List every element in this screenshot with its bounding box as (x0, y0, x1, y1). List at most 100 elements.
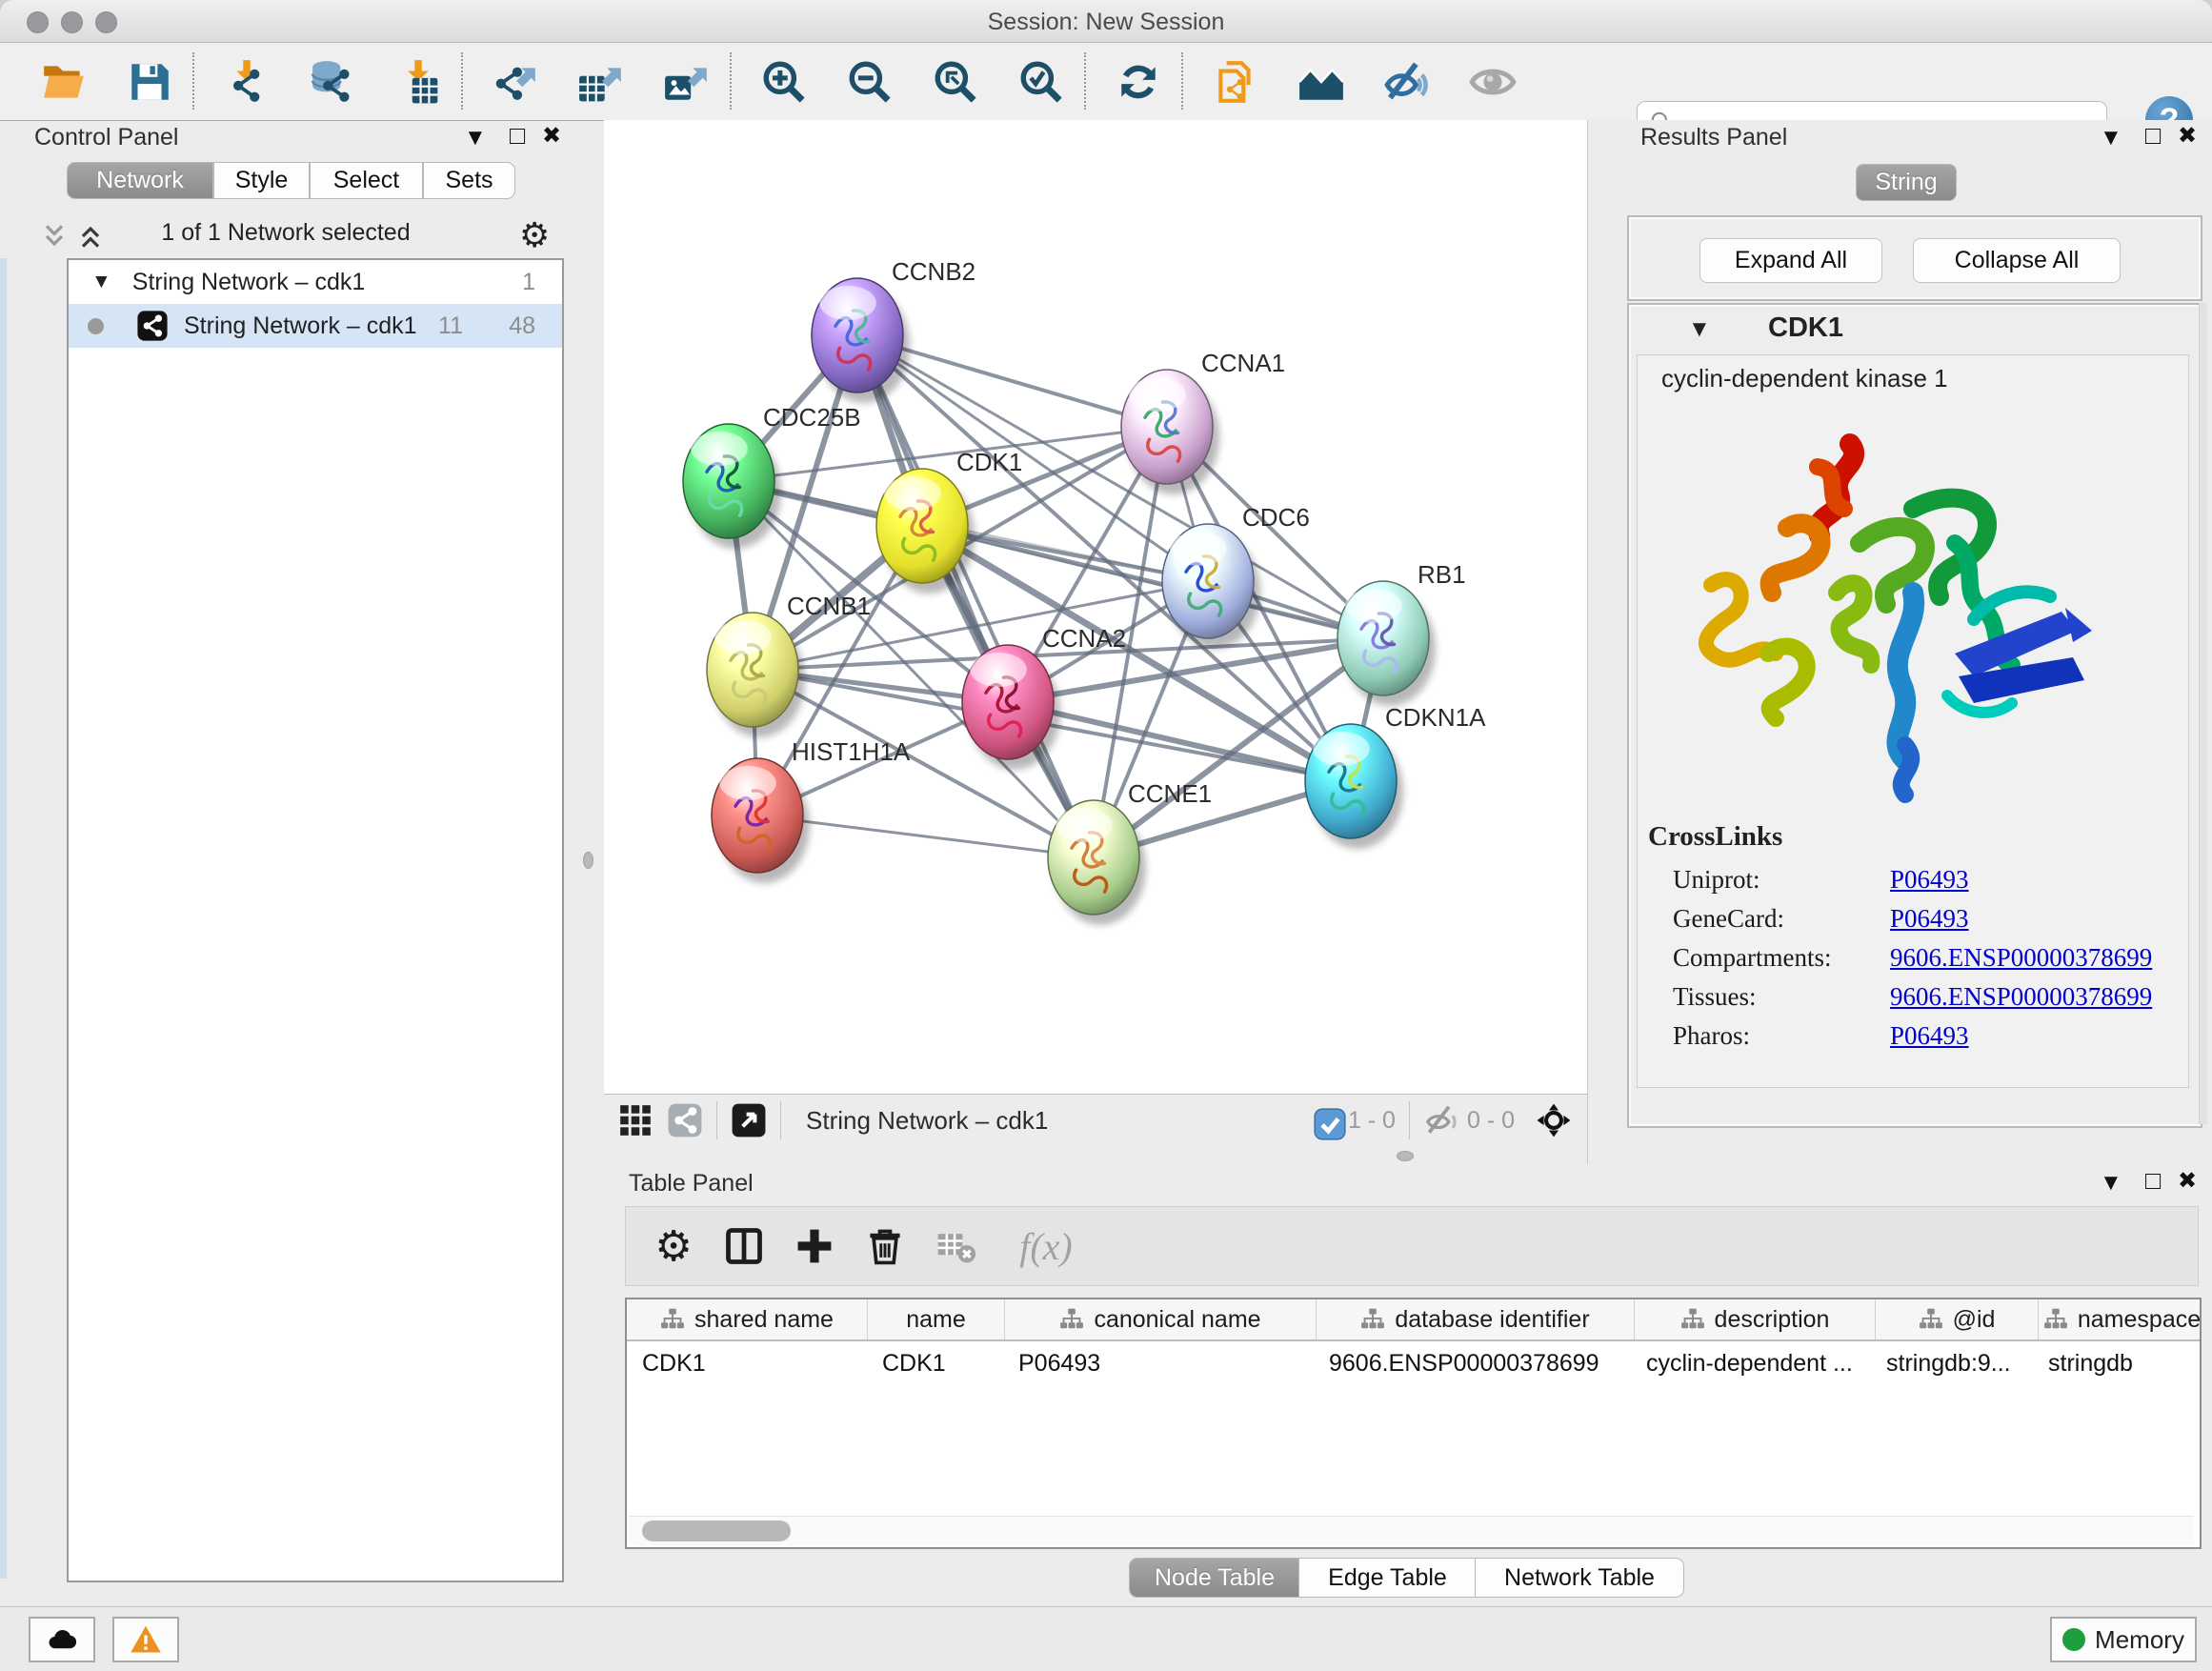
column-header-database-identifier[interactable]: database identifier (1317, 1299, 1635, 1339)
hidden-eye-slash-icon[interactable] (1423, 1102, 1459, 1138)
column-header-label: database identifier (1395, 1306, 1589, 1334)
table-panel-collapse-icon[interactable]: ▼ (2100, 1170, 2122, 1197)
crosslink-link[interactable]: P06493 (1890, 1021, 1969, 1051)
control-panel-edge-strip (0, 258, 7, 1579)
tab-style[interactable]: Style (213, 162, 310, 199)
results-scrollbar[interactable] (2199, 303, 2207, 1124)
column-header-shared-name[interactable]: shared name (627, 1299, 868, 1339)
crosslink-link[interactable]: 9606.ENSP00000378699 (1890, 982, 2152, 1012)
results-panel-float-icon[interactable]: □ (2145, 121, 2161, 151)
control-panel-tabs: NetworkStyleSelectSets (67, 162, 515, 199)
table-cell: CDK1 (627, 1341, 867, 1385)
control-panel-close-icon[interactable]: ✖ (542, 122, 561, 150)
network-canvas[interactable]: CCNB2CCNA1CDC25BCDK1CDC6RB1CCNB1CCNA2CDK… (604, 120, 1587, 1094)
selected-checkbox-icon[interactable] (1312, 1106, 1340, 1135)
zoom-selected-icon[interactable] (1016, 56, 1067, 108)
open-session-icon[interactable] (38, 56, 90, 108)
network-node[interactable] (1337, 581, 1436, 706)
table-panel-float-icon[interactable]: □ (2145, 1166, 2161, 1196)
tab-string[interactable]: String (1856, 164, 1957, 201)
tab-node-table[interactable]: Node Table (1129, 1558, 1300, 1598)
tree-count: 11 (438, 312, 463, 340)
column-header-namespace[interactable]: namespace (2039, 1299, 2202, 1339)
toolbar-separator (1181, 52, 1183, 110)
crosslink-link[interactable]: P06493 (1890, 904, 1969, 934)
node-table[interactable]: shared name name canonical name database id… (625, 1298, 2202, 1549)
edge[interactable] (857, 335, 1094, 857)
entry-collapse-icon[interactable]: ▼ (1688, 316, 1711, 343)
tab-sets[interactable]: Sets (423, 162, 515, 199)
scrollbar-thumb[interactable] (642, 1520, 791, 1541)
network-graph[interactable]: CCNB2CCNA1CDC25BCDK1CDC6RB1CCNB1CCNA2CDK… (604, 120, 1587, 1094)
network-selection-status: 1 of 1 Network selected (67, 219, 505, 247)
network-node[interactable] (962, 645, 1060, 770)
tab-network[interactable]: Network (67, 162, 213, 199)
import-table-icon[interactable] (392, 56, 444, 108)
splitter-handle[interactable] (583, 852, 593, 869)
tab-select[interactable]: Select (310, 162, 423, 199)
column-header-description[interactable]: description (1635, 1299, 1876, 1339)
hide-unhide-icon[interactable] (1381, 56, 1433, 108)
table-panel-close-icon[interactable]: ✖ (2178, 1167, 2197, 1195)
tree-expander-icon[interactable]: ▼ (91, 271, 111, 293)
network-node[interactable] (812, 278, 910, 403)
show-eye-icon[interactable] (1467, 56, 1518, 108)
control-panel-collapse-icon[interactable]: ▼ (464, 125, 487, 151)
import-network-icon[interactable] (221, 56, 272, 108)
network-tree-row[interactable]: String Network – cdk11148 (69, 304, 562, 348)
network-node[interactable] (1305, 724, 1403, 849)
splitter-handle[interactable] (1397, 1151, 1414, 1161)
export-network-icon[interactable] (490, 56, 541, 108)
collapse-all-networks-icon[interactable] (38, 221, 70, 252)
cloud-status-button[interactable] (29, 1617, 95, 1662)
expand-all-button[interactable]: Expand All (1699, 238, 1882, 283)
network-node[interactable] (707, 613, 805, 737)
string-home-icon[interactable] (1296, 56, 1347, 108)
network-tree-row[interactable]: ▼ String Network – cdk11 (69, 260, 562, 304)
collapse-all-button[interactable]: Collapse All (1913, 238, 2121, 283)
zoom-fit-icon[interactable] (930, 56, 981, 108)
crosslink-link[interactable]: 9606.ENSP00000378699 (1890, 943, 2152, 973)
export-image-icon[interactable] (661, 56, 713, 108)
tab-network-table[interactable]: Network Table (1475, 1558, 1684, 1598)
export-table-icon[interactable] (575, 56, 627, 108)
birds-eye-view-icon[interactable] (617, 1102, 654, 1138)
results-panel-close-icon[interactable]: ✖ (2178, 122, 2197, 150)
memory-button[interactable]: Memory (2050, 1617, 2197, 1662)
network-node[interactable] (876, 469, 975, 594)
warnings-button[interactable] (112, 1617, 179, 1662)
zoom-out-icon[interactable] (844, 56, 895, 108)
column-header-canonical-name[interactable]: canonical name (1005, 1299, 1317, 1339)
results-panel-collapse-icon[interactable]: ▼ (2100, 125, 2122, 151)
table-options-gear-icon[interactable]: ⚙ (651, 1223, 696, 1269)
refresh-icon[interactable] (1113, 56, 1164, 108)
toolbar-separator (461, 52, 463, 110)
zoom-in-icon[interactable] (758, 56, 810, 108)
column-header-name[interactable]: name (868, 1299, 1005, 1339)
column-header-label: name (906, 1306, 966, 1334)
import-network-database-icon[interactable] (307, 56, 358, 108)
fit-selected-crosshair-icon[interactable] (1536, 1102, 1572, 1138)
network-options-gear-icon[interactable]: ⚙ (519, 215, 550, 255)
duplicate-network-icon[interactable] (1210, 56, 1261, 108)
table-toolbar: ⚙ f(x) (625, 1206, 2199, 1286)
table-horizontal-scrollbar[interactable] (629, 1516, 2194, 1545)
tab-edge-table[interactable]: Edge Table (1298, 1558, 1477, 1598)
control-panel-float-icon[interactable]: □ (510, 121, 525, 151)
network-node[interactable] (712, 758, 810, 883)
column-header--id[interactable]: @id (1876, 1299, 2039, 1339)
node-label: RB1 (1418, 560, 1466, 589)
network-node[interactable] (1162, 524, 1260, 649)
export-view-icon[interactable] (731, 1102, 767, 1138)
save-session-icon[interactable] (124, 56, 175, 108)
toolbar-separator (192, 52, 194, 110)
node-label: CDC6 (1242, 503, 1310, 532)
create-column-plus-icon[interactable] (792, 1223, 837, 1269)
crosslink-row: Tissues: 9606.ENSP00000378699 (1673, 982, 2187, 1012)
show-columns-icon[interactable] (721, 1223, 767, 1269)
delete-column-trash-icon[interactable] (862, 1223, 908, 1269)
table-row[interactable]: CDK1CDK1P064939606.ENSP00000378699cyclin… (627, 1341, 2200, 1385)
network-node[interactable] (1121, 370, 1219, 494)
crosslink-link[interactable]: P06493 (1890, 865, 1969, 895)
network-node[interactable] (1048, 800, 1146, 925)
